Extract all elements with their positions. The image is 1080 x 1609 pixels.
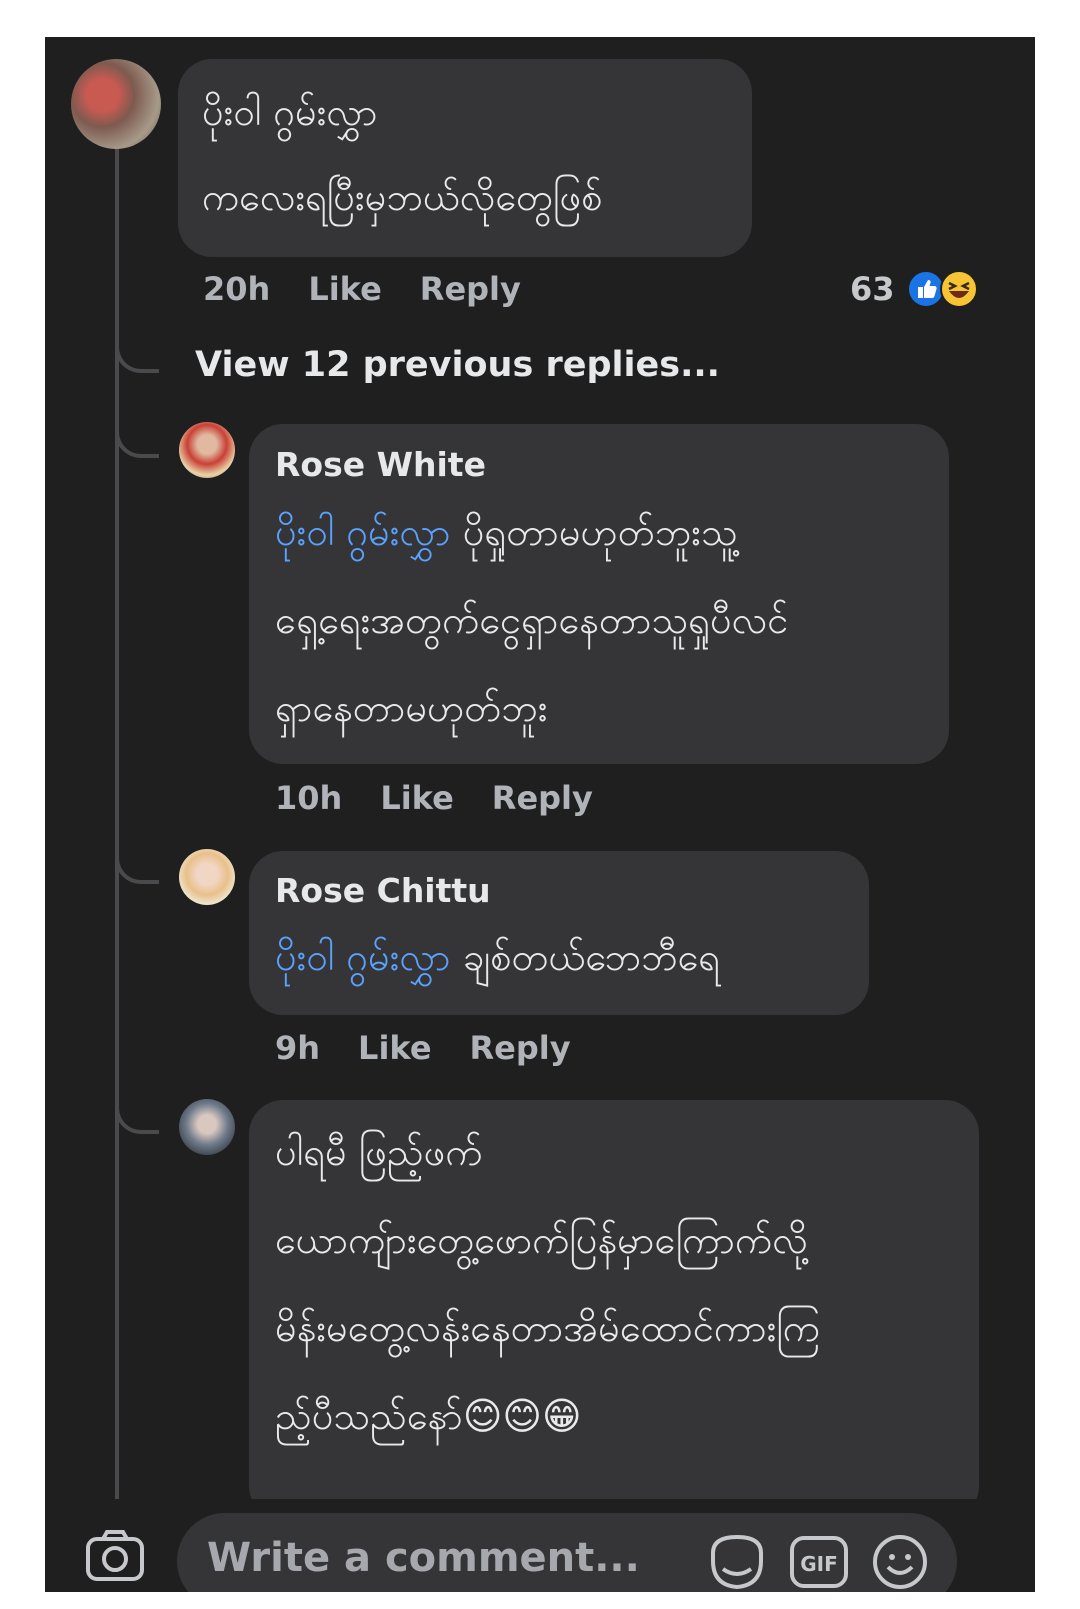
comment-actions: 20h Like Reply	[203, 270, 559, 308]
thread-branch	[115, 842, 159, 884]
comment-actions: 10h Like Reply	[275, 779, 631, 817]
like-button[interactable]: Like	[308, 270, 381, 308]
comment-text: ယောကျ်ားတွေ့ဖောက်ပြန်မှာကြောက်လို့	[275, 1218, 808, 1262]
comments-screen: ပိုးဝါ ဂွမ်းလွှာ ကလေးရပြီးမှဘယ်လိုတွေဖြစ…	[45, 37, 1035, 1592]
comment-text: ည့်ပီသည်နော်😊😊😁	[275, 1376, 582, 1456]
emoji-icon[interactable]	[871, 1533, 929, 1591]
gif-icon[interactable]: GIF	[789, 1535, 849, 1589]
comment-input[interactable]: Write a comment... GIF	[177, 1513, 957, 1592]
like-button[interactable]: Like	[358, 1029, 431, 1067]
like-button[interactable]: Like	[380, 779, 453, 817]
comment-composer-bar: Write a comment... GIF	[45, 1499, 1035, 1592]
avatar[interactable]	[71, 59, 161, 149]
comment-text: ပိုးဝါ ဂွမ်းလွှာ ပိုရှုတာမဟုတ်ဘူးသူ့	[275, 492, 738, 572]
comment-text-segment: ချစ်တယ်ဘေဘီရေ	[450, 935, 721, 979]
reply-button[interactable]: Reply	[420, 270, 521, 308]
mention-link[interactable]: ပိုးဝါ ဂွမ်းလွှာ	[275, 510, 451, 554]
comment-text: ကလေးရပြီးမှဘယ်လိုတွေဖြစ်	[202, 175, 603, 219]
sticker-icon[interactable]	[707, 1533, 767, 1591]
thread-branch	[115, 327, 159, 373]
reply-button[interactable]: Reply	[492, 779, 593, 817]
thread-branch	[115, 1092, 159, 1134]
reply-button[interactable]: Reply	[470, 1029, 571, 1067]
comment-text: ရှာနေတာမဟုတ်ဘူး	[275, 686, 548, 730]
avatar[interactable]	[179, 1099, 235, 1155]
comment-text-segment: ပိုရှုတာမဟုတ်ဘူးသူ့	[450, 510, 738, 554]
mention-link[interactable]: ပိုးဝါ ဂွမ်းလွှာ	[275, 935, 451, 979]
avatar[interactable]	[179, 849, 235, 905]
gif-label: GIF	[800, 1552, 838, 1576]
comment-actions: 9h Like Reply	[275, 1029, 609, 1067]
comment-text: ရှေ့ရေးအတွက်ငွေရှာနေတာသူရှုပီလင်	[275, 598, 789, 642]
thread-branch	[115, 412, 159, 458]
comment-text-segment: ည့်ပီသည်နော်	[275, 1394, 463, 1438]
camera-icon[interactable]	[85, 1529, 145, 1583]
emoji-sequence: 😊😊😁	[462, 1394, 582, 1438]
view-previous-replies[interactable]: View 12 previous replies...	[195, 345, 720, 385]
reaction-count: 63	[850, 270, 895, 308]
avatar[interactable]	[179, 422, 235, 478]
haha-reaction-icon	[939, 270, 978, 308]
comment-time: 10h	[275, 779, 343, 817]
comment-author[interactable]: ပိုးဝါ ဂွမ်းလွှာ	[202, 72, 378, 152]
comment-time: 20h	[203, 270, 271, 308]
comment-input-placeholder: Write a comment...	[207, 1535, 640, 1581]
comment-time: 9h	[275, 1029, 321, 1067]
comment-author[interactable]: Rose White	[275, 445, 486, 484]
comment-text: မိန်းမတွေ့လန်းနေတာအိမ်ထောင်ကားကြ	[275, 1306, 820, 1350]
comment-author[interactable]: ပါရမီ ဖြည့်ဖက်	[275, 1112, 483, 1192]
comment-author[interactable]: Rose Chittu	[275, 871, 491, 910]
comment-text: ပိုးဝါ ဂွမ်းလွှာ ချစ်တယ်ဘေဘီရေ	[275, 917, 720, 997]
reaction-summary[interactable]: 63	[850, 269, 979, 311]
